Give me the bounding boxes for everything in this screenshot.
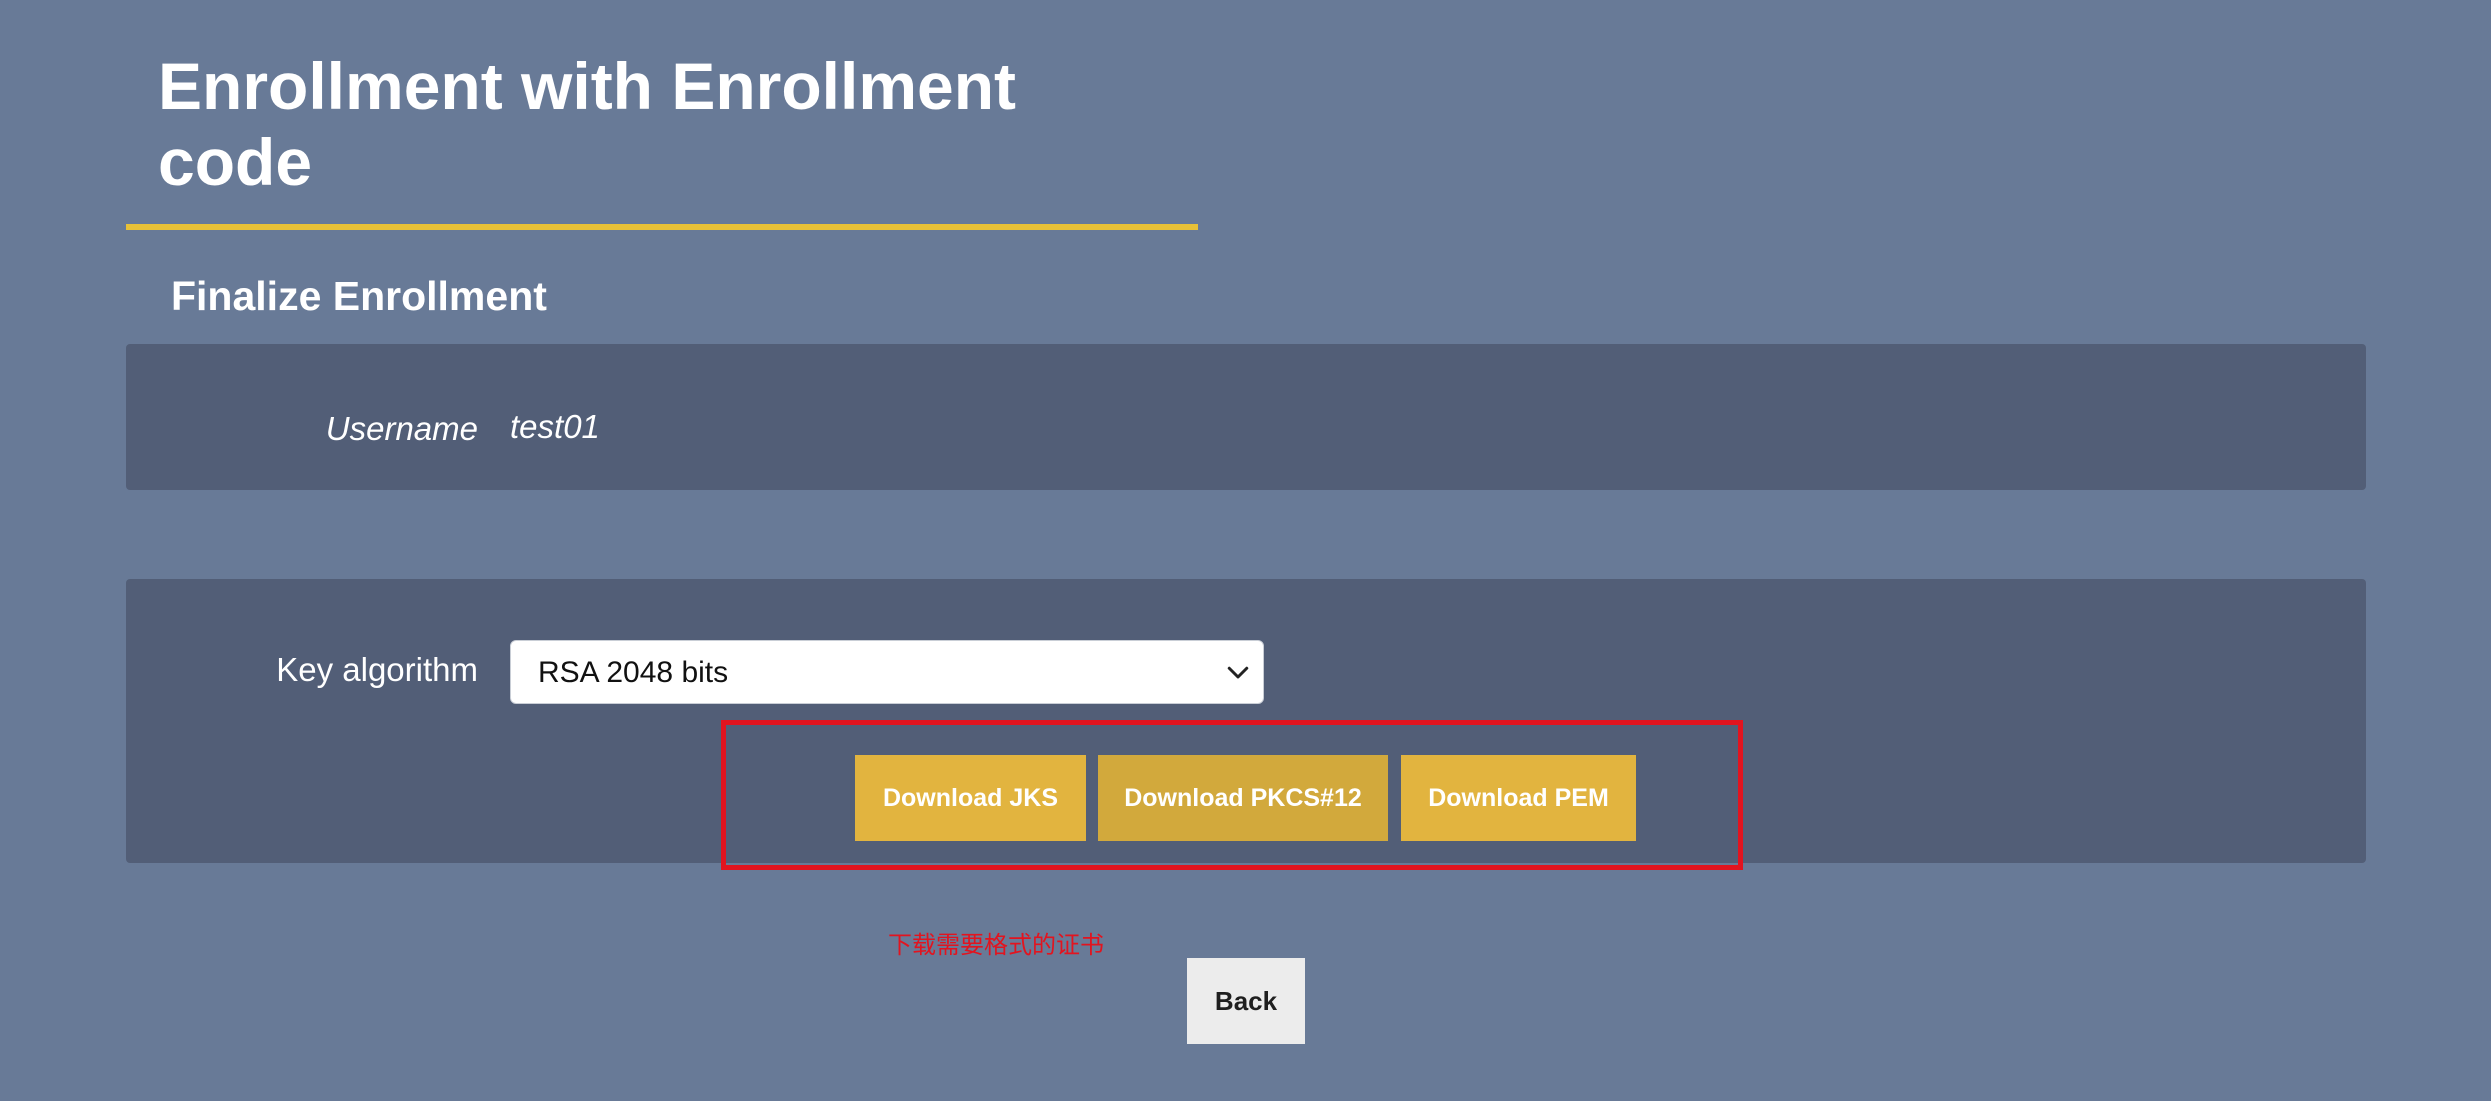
username-label: Username xyxy=(325,410,478,447)
page-title: Enrollment with Enrollment code xyxy=(158,49,1017,199)
key-algorithm-selected-value: RSA 2048 bits xyxy=(538,656,729,689)
section-title: Finalize Enrollment xyxy=(171,273,547,319)
key-algorithm-select[interactable]: RSA 2048 bits xyxy=(510,640,1264,704)
username-panel: Username test01 xyxy=(126,344,2366,490)
download-pem-button[interactable]: Download PEM xyxy=(1401,755,1636,841)
chevron-down-icon xyxy=(1227,666,1249,679)
username-value: test01 xyxy=(510,408,600,445)
annotation-text: 下载需要格式的证书 xyxy=(888,931,1104,959)
download-pkcs12-button[interactable]: Download PKCS#12 xyxy=(1098,755,1388,841)
title-underline xyxy=(126,224,1198,230)
back-button[interactable]: Back xyxy=(1187,958,1305,1044)
key-algorithm-label: Key algorithm xyxy=(276,651,478,688)
download-jks-button[interactable]: Download JKS xyxy=(855,755,1086,841)
